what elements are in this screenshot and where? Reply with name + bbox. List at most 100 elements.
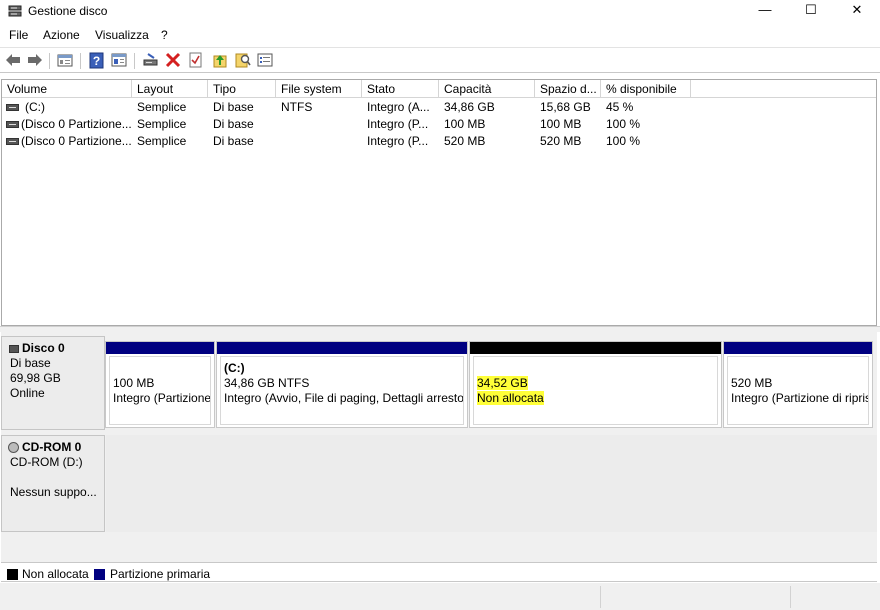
cell-capacita: 100 MB: [444, 117, 486, 131]
partition-title: [113, 361, 210, 376]
cell-layout: Semplice: [137, 100, 187, 114]
partition-size: 34,52 GB: [477, 376, 528, 390]
window-title: Gestione disco: [28, 4, 108, 18]
delete-icon[interactable]: [164, 51, 182, 69]
minimize-icon: —: [758, 2, 772, 17]
partition-status: Integro (Avvio, File di paging, Dettagli…: [224, 391, 464, 405]
cell-stato: Integro (P...: [367, 117, 429, 131]
connect-icon[interactable]: [142, 51, 160, 69]
cell-stato: Integro (P...: [367, 134, 429, 148]
partition-size: 520 MB: [731, 376, 773, 390]
table-row[interactable]: (Disco 0 Partizione... Semplice Di base …: [2, 133, 876, 150]
partition-primary-bar: [217, 342, 467, 354]
cell-tipo: Di base: [213, 100, 254, 114]
partition-title: (C:): [224, 361, 245, 375]
menu-help[interactable]: ?: [161, 28, 168, 42]
legend-primary-swatch: [94, 569, 105, 580]
volume-icon: [6, 104, 19, 111]
minimize-button[interactable]: —: [742, 0, 788, 22]
partition-recovery[interactable]: 520 MB Integro (Partizione di ripris: [723, 341, 873, 428]
cell-spazio: 15,68 GB: [540, 100, 591, 114]
toolbar: ?: [0, 47, 880, 73]
column-header-stato[interactable]: Stato: [362, 80, 439, 98]
partition-status: Non allocata: [477, 391, 544, 405]
partition-system-reserved[interactable]: 100 MB Integro (Partizione: [105, 341, 215, 428]
cd-drive-icon: [8, 442, 19, 453]
list-header: Volume Layout Tipo File system Stato Cap…: [2, 80, 876, 98]
close-button[interactable]: ✕: [834, 0, 880, 22]
disk-name: Disco 0: [22, 341, 65, 355]
cdrom-type: CD-ROM (D:): [10, 455, 83, 469]
cell-spazio: 520 MB: [540, 134, 582, 148]
cell-percent: 45 %: [606, 100, 634, 114]
partition-c[interactable]: (C:) 34,86 GB NTFS Integro (Avvio, File …: [216, 341, 468, 428]
svg-text:?: ?: [93, 54, 100, 68]
partition-unallocated[interactable]: 34,52 GB Non allocata: [469, 341, 722, 428]
cell-file-system: [276, 116, 362, 133]
up-icon[interactable]: [211, 51, 229, 69]
column-header-file-system[interactable]: File system: [276, 80, 362, 98]
menu-azione[interactable]: Azione: [43, 28, 80, 42]
partition-unallocated-bar: [470, 342, 721, 354]
disk-management-icon: [8, 5, 22, 17]
cell-layout: Semplice: [137, 134, 187, 148]
toolbar-separator: [134, 53, 135, 69]
partition-primary-bar: [724, 342, 872, 354]
table-row[interactable]: (C:) Semplice Di base NTFS Integro (A...…: [2, 99, 876, 116]
status-bar: [0, 583, 880, 610]
title-bar: Gestione disco — ☐ ✕: [0, 0, 880, 22]
partition-size: 34,86 GB NTFS: [224, 376, 310, 390]
partition-status: Integro (Partizione di ripris: [731, 391, 869, 405]
cdrom-area: [106, 435, 877, 532]
toolbar-separator: [49, 53, 50, 69]
disk-0-label[interactable]: Disco 0 Di base 69,98 GB Online: [1, 336, 105, 430]
disk-graph-view: Disco 0 Di base 69,98 GB Online 100 MB I…: [1, 332, 877, 562]
cell-layout: Semplice: [137, 117, 187, 131]
volume-list[interactable]: Volume Layout Tipo File system Stato Cap…: [1, 79, 877, 326]
cell-spazio: 100 MB: [540, 117, 582, 131]
cell-percent: 100 %: [606, 117, 641, 131]
check-icon[interactable]: [187, 51, 205, 69]
forward-icon[interactable]: [26, 51, 44, 69]
cell-percent: 100 %: [606, 134, 641, 148]
list-icon[interactable]: [256, 51, 274, 69]
legend-primary-label: Partizione primaria: [110, 567, 211, 581]
maximize-button[interactable]: ☐: [788, 0, 834, 22]
menu-visualizza[interactable]: Visualizza: [95, 28, 149, 42]
partition-title: [731, 361, 868, 376]
column-header-layout[interactable]: Layout: [132, 80, 208, 98]
help-icon[interactable]: ?: [88, 51, 106, 69]
column-header-percent[interactable]: % disponibile: [601, 80, 691, 98]
column-header-capacita[interactable]: Capacità: [439, 80, 535, 98]
legend: Non allocata Partizione primaria: [1, 562, 877, 582]
status-separator: [600, 586, 601, 608]
cell-file-system: [276, 133, 362, 150]
cell-volume: (Disco 0 Partizione...: [21, 134, 132, 148]
cdrom-0-label[interactable]: CD-ROM 0 CD-ROM (D:) Nessun suppo...: [1, 435, 105, 532]
show-hide-icon[interactable]: [110, 51, 128, 69]
cell-tipo: Di base: [213, 134, 254, 148]
disk-icon: [9, 345, 19, 353]
disk-type: Di base: [10, 356, 51, 370]
column-header-spazio[interactable]: Spazio d...: [535, 80, 601, 98]
partition-status: Integro (Partizione: [113, 391, 211, 405]
partition-title: [477, 361, 717, 376]
close-icon: ✕: [851, 2, 863, 17]
menu-file[interactable]: File: [9, 28, 28, 42]
cell-volume: (C:): [25, 100, 45, 114]
search-icon[interactable]: [234, 51, 252, 69]
column-header-tipo[interactable]: Tipo: [208, 80, 276, 98]
cell-file-system: NTFS: [281, 100, 313, 114]
back-icon[interactable]: [4, 51, 22, 69]
partition-primary-bar: [106, 342, 214, 354]
legend-unallocated-label: Non allocata: [22, 567, 89, 581]
table-row[interactable]: (Disco 0 Partizione... Semplice Di base …: [2, 116, 876, 133]
disk-status: Online: [10, 386, 45, 400]
status-separator: [790, 586, 791, 608]
menu-bar: File Azione Visualizza ?: [0, 27, 880, 45]
properties-icon[interactable]: [56, 51, 74, 69]
partition-size: 100 MB: [113, 376, 155, 390]
cdrom-name: CD-ROM 0: [22, 440, 82, 454]
column-header-volume[interactable]: Volume: [2, 80, 132, 98]
cell-stato: Integro (A...: [367, 100, 430, 114]
